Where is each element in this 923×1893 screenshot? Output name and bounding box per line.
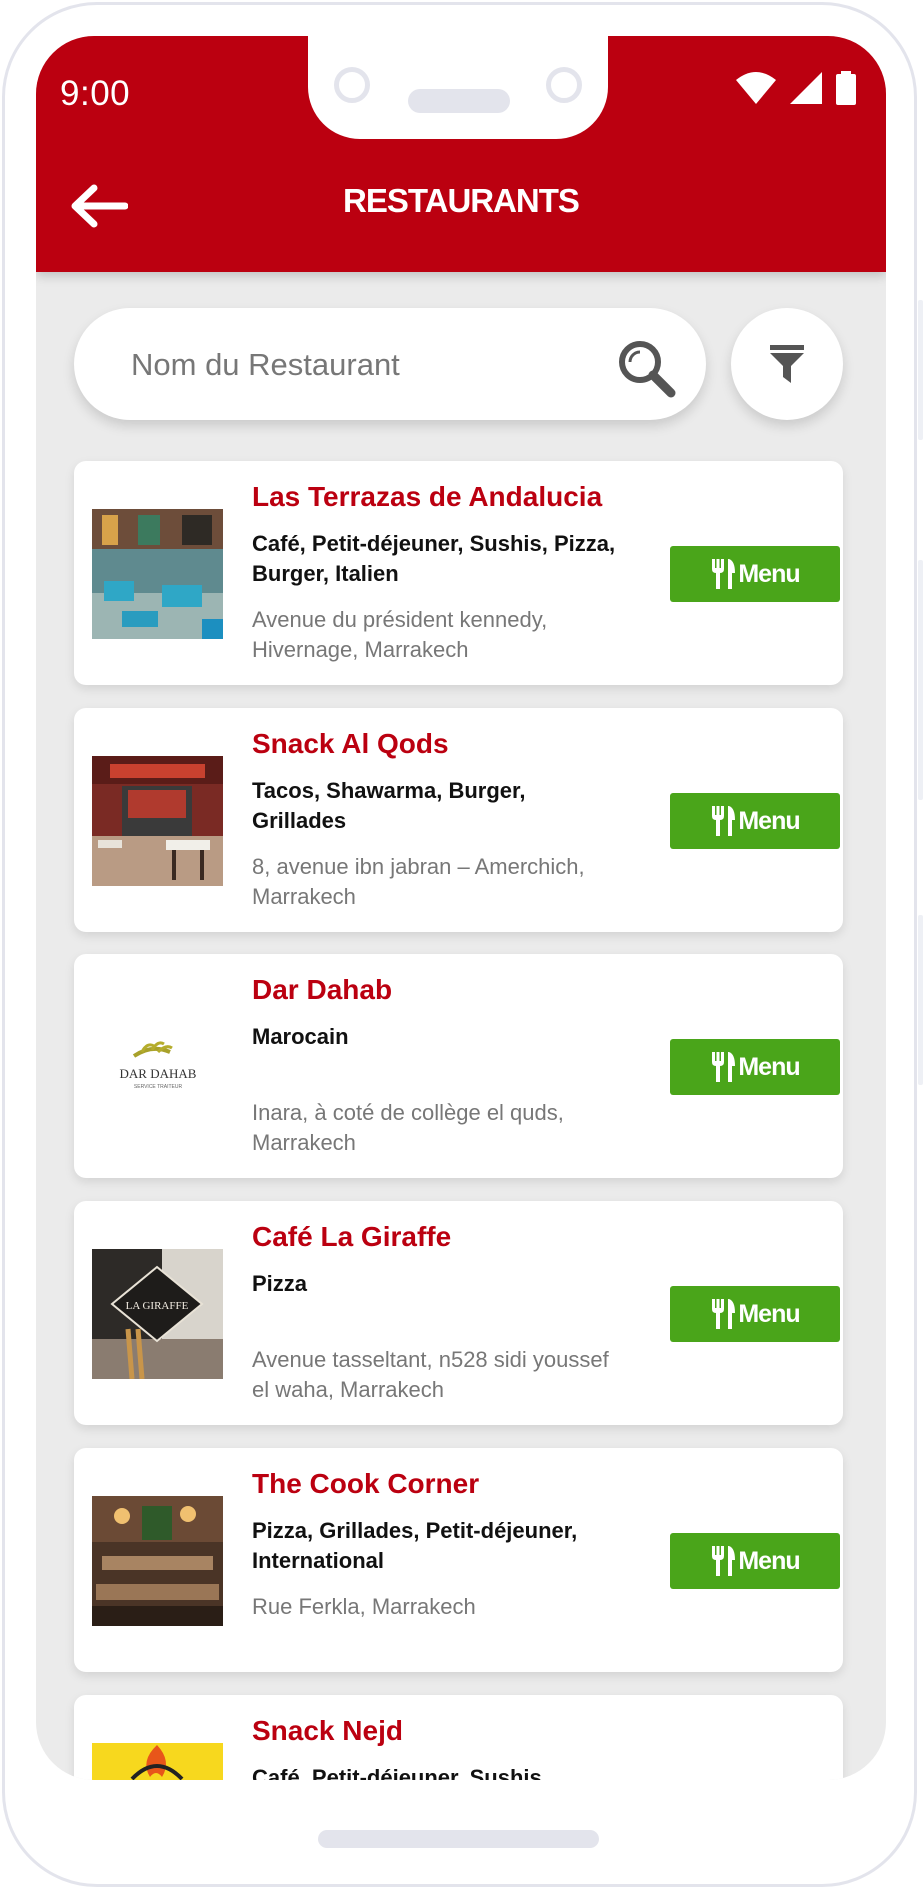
restaurant-card[interactable]: Snack Al Qods Tacos, Shawarma, Burger, G… (74, 708, 843, 932)
restaurant-cuisine: Marocain (252, 1024, 349, 1049)
page-title: RESTAURANTS (343, 182, 580, 219)
app-screen: 9:00 RESTAURANTS Nom du Restaurant Las T… (36, 36, 886, 1780)
menu-button-label: Menu (738, 1299, 800, 1328)
restaurant-name: Snack Al Qods (252, 728, 449, 759)
restaurant-cuisine: Pizza (252, 1271, 308, 1296)
utensils-icon (712, 559, 736, 589)
utensils-icon (712, 806, 736, 836)
menu-button[interactable]: Menu (670, 1039, 840, 1095)
restaurant-name: Las Terrazas de Andalucia (252, 481, 603, 512)
restaurant-name: Dar Dahab (252, 974, 393, 1005)
restaurant-address: Rue Ferkla, Marrakech (252, 1594, 476, 1619)
restaurant-cuisine: Tacos, Shawarma, Burger, Grillades (252, 778, 526, 833)
search-input[interactable] (129, 338, 593, 392)
menu-button[interactable]: Menu (670, 546, 840, 602)
restaurant-name: The Cook Corner (252, 1468, 480, 1499)
restaurant-photo (92, 756, 223, 886)
menu-button-label: Menu (738, 806, 800, 835)
restaurant-card[interactable]: Las Terrazas de Andalucia Café, Petit-dé… (74, 461, 843, 685)
utensils-icon (712, 1546, 736, 1576)
restaurant-card[interactable]: Snack Nejd Café, Petit-déjeuner, Sushis, (74, 1695, 843, 1780)
utensils-icon (712, 1299, 736, 1329)
menu-button[interactable]: Menu (670, 1533, 840, 1589)
svg-text:DAR DAHAB: DAR DAHAB (120, 1066, 197, 1081)
menu-button-label: Menu (738, 559, 800, 588)
restaurant-name: Snack Nejd (252, 1715, 403, 1746)
side-button (918, 560, 923, 800)
status-time: 9:00 (60, 74, 131, 113)
restaurant-name: Café La Giraffe (252, 1221, 452, 1252)
filter-button[interactable] (731, 308, 843, 420)
restaurant-address: Avenue tasseltant, n528 sidi youssef el … (252, 1347, 609, 1402)
restaurant-logo: DAR DAHAB SERVICE TRAITEUR (92, 1002, 223, 1132)
restaurant-address: Inara, à coté de collège el quds, Marrak… (252, 1100, 564, 1155)
speaker-grille (408, 89, 510, 113)
restaurant-photo: LA GIRAFFE (92, 1249, 223, 1379)
menu-button[interactable]: Menu (670, 793, 840, 849)
restaurant-card[interactable]: LA GIRAFFE Café La Giraffe Pizza Avenue … (74, 1201, 843, 1425)
restaurant-photo (92, 509, 223, 639)
search-icon[interactable] (616, 338, 676, 398)
restaurant-cuisine: Pizza, Grillades, Petit-déjeuner, Intern… (252, 1518, 578, 1573)
svg-text:LA GIRAFFE: LA GIRAFFE (126, 1300, 189, 1312)
app-header: 9:00 RESTAURANTS (36, 36, 886, 272)
camera-notch (308, 36, 608, 139)
restaurant-cuisine: Café, Petit-déjeuner, Sushis, Pizza, Bur… (252, 531, 616, 586)
wifi-icon (736, 72, 776, 104)
signal-icon (790, 72, 822, 104)
svg-text:SERVICE TRAITEUR: SERVICE TRAITEUR (134, 1084, 183, 1090)
filter-icon (770, 345, 804, 383)
restaurant-photo (92, 1496, 223, 1626)
search-bar (74, 308, 706, 420)
restaurant-card[interactable]: DAR DAHAB SERVICE TRAITEUR Dar Dahab Mar… (74, 954, 843, 1178)
restaurant-address: 8, avenue ibn jabran – Amerchich, Marrak… (252, 854, 585, 909)
status-icons (736, 71, 856, 105)
home-indicator[interactable] (318, 1830, 599, 1848)
power-button (918, 915, 923, 1085)
restaurant-logo (92, 1743, 223, 1780)
menu-button-label: Menu (738, 1546, 800, 1575)
menu-button[interactable]: Menu (670, 1286, 840, 1342)
camera-icon (334, 67, 370, 103)
utensils-icon (712, 1052, 736, 1082)
menu-button-label: Menu (738, 1052, 800, 1081)
volume-button (918, 300, 923, 440)
battery-icon (836, 71, 856, 105)
restaurant-cuisine: Café, Petit-déjeuner, Sushis, (252, 1765, 548, 1780)
sensor-icon (546, 67, 582, 103)
restaurant-address: Avenue du président kennedy, Hivernage, … (252, 607, 548, 662)
restaurant-card[interactable]: The Cook Corner Pizza, Grillades, Petit-… (74, 1448, 843, 1672)
